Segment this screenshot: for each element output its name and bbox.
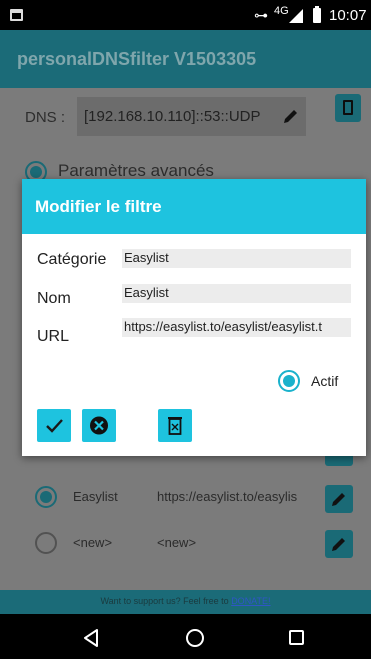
edit-filter-button[interactable] [325, 530, 353, 558]
confirm-button[interactable] [37, 409, 71, 442]
network-type: 4G [274, 5, 289, 17]
donate-message: Want to support us? Feel free to [100, 596, 232, 606]
url-field[interactable]: https://easylist.to/easylist/easylist.t [122, 318, 351, 337]
app-notification-icon [10, 9, 23, 21]
edit-filter-button[interactable] [325, 485, 353, 513]
recents-icon[interactable] [289, 630, 304, 645]
edit-filter-dialog: Modifier le filtre Catégorie Easylist No… [22, 179, 366, 456]
category-field[interactable]: Easylist [122, 249, 351, 268]
url-label: URL [37, 328, 70, 345]
advanced-settings-label: Paramètres avancés [58, 161, 214, 180]
cancel-icon [90, 416, 108, 435]
filter-radio-new[interactable] [35, 532, 57, 554]
pencil-icon[interactable] [282, 107, 300, 125]
delete-dns-button[interactable] [335, 94, 361, 122]
active-radio[interactable] [278, 370, 300, 392]
vpn-key-icon: ⊶ [254, 7, 268, 23]
donate-link[interactable]: DONATE! [231, 596, 270, 606]
filter-radio-easylist[interactable] [35, 486, 57, 508]
battery-icon [313, 6, 321, 23]
active-label: Actif [311, 373, 339, 389]
donate-text: Want to support us? Feel free to DONATE! [0, 596, 371, 606]
back-icon[interactable] [82, 628, 100, 648]
signal-icon [289, 9, 303, 23]
filter-url: https://easylist.to/easylis [157, 489, 298, 504]
clock: 10:07 [329, 7, 367, 24]
status-bar: ⊶ 4G 10:07 [0, 0, 371, 30]
dialog-title: Modifier le filtre [35, 197, 162, 216]
filter-name: Easylist [73, 489, 118, 504]
filter-name: <new> [73, 535, 113, 550]
trash-icon [168, 417, 182, 435]
home-icon[interactable] [186, 629, 204, 647]
name-field[interactable]: Easylist [122, 284, 351, 303]
app-title: personalDNSfilter V1503305 [17, 49, 257, 69]
trash-icon [343, 100, 353, 115]
delete-filter-button[interactable] [158, 409, 192, 442]
cancel-button[interactable] [82, 409, 116, 442]
pencil-icon [332, 538, 345, 551]
dns-value: [192.168.10.110]::53::UDP [84, 108, 261, 125]
category-label: Catégorie [37, 251, 107, 268]
pencil-icon [332, 493, 345, 506]
dialog-header: Modifier le filtre [22, 179, 366, 234]
check-icon [46, 419, 63, 433]
name-label: Nom [37, 290, 71, 307]
dns-label: DNS : [25, 109, 66, 126]
filter-url: <new> [157, 535, 197, 550]
